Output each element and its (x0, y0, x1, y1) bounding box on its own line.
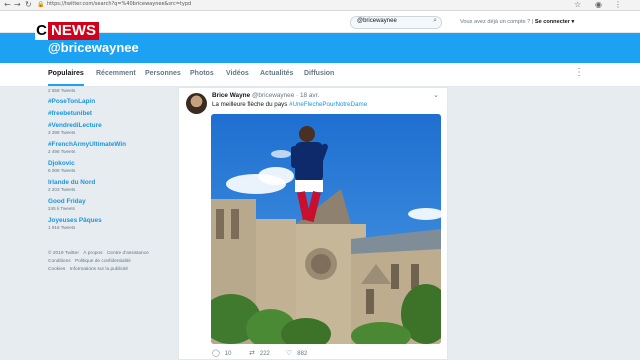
lock-icon: 🔒 (37, 1, 45, 8)
tab-populaires[interactable]: Populaires (48, 70, 84, 77)
trend-tag[interactable]: Joyeuses Pâques (48, 217, 168, 225)
tweet-handle[interactable]: @bricewaynee (252, 92, 294, 99)
reply-icon: ◯ (212, 350, 220, 357)
account-prompt: Vous avez déjà un compte ? | Se connecte… (460, 19, 575, 25)
trend-tag[interactable]: #FrenchArmyUltimateWin (48, 141, 168, 149)
chevron-down-icon[interactable]: ⌄ (433, 91, 439, 99)
tab-recemment[interactable]: Récemment (96, 70, 136, 77)
forward-icon[interactable]: → (14, 0, 21, 10)
page-title: @bricewaynee (48, 40, 139, 55)
trend-item[interactable]: Irlande du Nord 2 203 Tweets (48, 179, 168, 192)
like-button[interactable]: ♡ 882 (286, 349, 307, 357)
trend-tag[interactable]: Good Friday (48, 198, 168, 206)
address-bar[interactable]: https://twitter.com/search?q=%40briceway… (47, 1, 191, 7)
trend-item[interactable]: #freebetunibet (48, 110, 168, 118)
tab-videos[interactable]: Vidéos (226, 70, 249, 77)
avatar[interactable] (186, 93, 207, 114)
trend-count: 2 558 Tweets (48, 88, 76, 93)
footer-links: © 2019 Twitter À propos Centre d'assista… (48, 250, 173, 274)
account-prompt-text: Vous avez déjà un compte ? (460, 19, 531, 25)
footer-link[interactable]: Politique de confidentialité (75, 259, 131, 264)
reply-count: 10 (224, 351, 232, 357)
cnews-logo-c: C (35, 22, 48, 40)
cnews-logo: C NEWS (35, 22, 99, 40)
trend-tag[interactable]: #freebetunibet (48, 110, 168, 118)
tweet-body: La meilleure flèche du pays (212, 101, 288, 108)
tweet-card[interactable]: Brice Wayne @bricewaynee · 18 avr. ⌄ La … (178, 87, 448, 360)
menu-icon[interactable]: ⋮ (614, 0, 622, 10)
back-icon[interactable]: ← (4, 0, 11, 10)
more-options-icon[interactable]: ⋮ (574, 67, 584, 78)
retweet-icon: ⇄ (249, 350, 255, 357)
search-input[interactable]: @bricewaynee ⌕ (350, 16, 442, 29)
tab-photos[interactable]: Photos (190, 70, 214, 77)
star-icon[interactable]: ☆ (574, 0, 581, 10)
footer-link[interactable]: Cookies (48, 267, 65, 272)
retweet-button[interactable]: ⇄ 222 (249, 349, 270, 357)
search-icon[interactable]: ⌕ (433, 17, 437, 25)
footer-link[interactable]: Centre d'assistance (107, 251, 149, 256)
trend-tag[interactable]: #VendrediLecture (48, 122, 168, 130)
tweet-time[interactable]: · 18 avr. (296, 92, 319, 99)
trend-count: 2 203 Tweets (48, 187, 76, 192)
search-value: @bricewaynee (357, 18, 397, 24)
trend-count: 2 496 Tweets (48, 149, 76, 154)
heart-icon: ♡ (286, 350, 293, 357)
reply-button[interactable]: ◯ 10 (212, 349, 232, 357)
trend-item[interactable]: 2 558 Tweets (48, 88, 168, 94)
screen: ← → ↻ 🔒 https://twitter.com/search?q=%40… (0, 0, 640, 360)
tweet-author-line: Brice Wayne @bricewaynee · 18 avr. (212, 92, 319, 99)
tweet-text: La meilleure flèche du pays #UneFlechePo… (212, 101, 367, 108)
photo-illustration (211, 114, 441, 344)
trend-count: 3 398 Tweets (48, 130, 76, 135)
trend-item[interactable]: Djokovic 6 006 Tweets (48, 160, 168, 173)
login-link[interactable]: Se connecter ▾ (535, 19, 575, 25)
retweet-count: 222 (259, 351, 270, 357)
trends-list: 2 558 Tweets #PoseTonLapin #freebetunibe… (48, 88, 168, 236)
tab-diffusion[interactable]: Diffusion (304, 70, 334, 77)
trend-tag[interactable]: Djokovic (48, 160, 168, 168)
trend-item[interactable]: #FrenchArmyUltimateWin 2 496 Tweets (48, 141, 168, 154)
trend-item[interactable]: #VendrediLecture 3 398 Tweets (48, 122, 168, 135)
tweet-photo[interactable] (211, 114, 441, 344)
active-tab-indicator (48, 84, 84, 86)
trend-item[interactable]: #PoseTonLapin (48, 98, 168, 106)
tab-personnes[interactable]: Personnes (145, 70, 181, 77)
trend-count: 6 006 Tweets (48, 168, 76, 173)
browser-toolbar: ← → ↻ 🔒 https://twitter.com/search?q=%40… (0, 0, 640, 11)
tweet-author[interactable]: Brice Wayne (212, 92, 250, 99)
trend-tag[interactable]: Irlande du Nord (48, 179, 168, 187)
search-nav: Populaires Récemment Personnes Photos Vi… (0, 63, 640, 87)
trend-item[interactable]: Good Friday 245 k Tweets (48, 198, 168, 211)
tab-actualites[interactable]: Actualités (260, 70, 293, 77)
cnews-logo-news: NEWS (48, 22, 99, 40)
trend-count: 245 k Tweets (48, 206, 75, 211)
footer-link[interactable]: Conditions (48, 259, 71, 264)
footer-link[interactable]: Informations sur la publicité (70, 267, 128, 272)
footer-copyright: © 2019 Twitter (48, 251, 79, 256)
footer-link[interactable]: À propos (83, 251, 102, 256)
trend-item[interactable]: Joyeuses Pâques 1 916 Tweets (48, 217, 168, 230)
tweet-hashtag[interactable]: #UneFlechePourNotreDame (289, 101, 367, 108)
trend-tag[interactable]: #PoseTonLapin (48, 98, 168, 106)
reload-icon[interactable]: ↻ (25, 0, 32, 10)
account-icon[interactable]: ◉ (595, 0, 602, 10)
trend-count: 1 916 Tweets (48, 225, 76, 230)
like-count: 882 (297, 351, 308, 357)
tweet-actions: ◯ 10 ⇄ 222 ♡ 882 (212, 349, 412, 359)
